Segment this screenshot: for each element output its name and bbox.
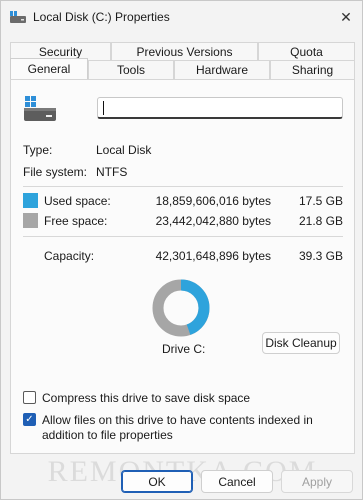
free-space-label: Free space: xyxy=(44,214,108,228)
file-system-label: File system: xyxy=(23,165,88,179)
used-space-bytes: 18,859,606,016 bytes xyxy=(155,194,271,208)
tab-quota[interactable]: Quota xyxy=(258,42,355,61)
tab-general[interactable]: General xyxy=(10,58,88,79)
free-space-swatch xyxy=(23,213,38,228)
drive-name-input[interactable] xyxy=(97,97,343,119)
button-label: Apply xyxy=(301,474,333,489)
general-panel: Type: Local Disk File system: NTFS Used … xyxy=(10,79,355,454)
index-checkbox[interactable]: ✓ xyxy=(23,413,36,426)
text-cursor xyxy=(103,101,104,115)
index-label: Allow files on this drive to have conten… xyxy=(42,413,313,442)
used-space-label: Used space: xyxy=(44,194,111,208)
apply-button[interactable]: Apply xyxy=(281,470,353,493)
capacity-size: 39.3 GB xyxy=(298,249,343,263)
used-space-swatch xyxy=(23,193,38,208)
tab-row-front: General Tools Hardware Sharing xyxy=(10,58,355,79)
tab-label: Hardware xyxy=(195,63,249,77)
file-system-value: NTFS xyxy=(96,165,128,179)
tab-label: Security xyxy=(38,45,83,59)
tab-label: Sharing xyxy=(291,63,334,77)
close-icon: ✕ xyxy=(340,8,352,25)
tab-label: Quota xyxy=(290,45,323,59)
separator xyxy=(23,186,343,187)
usage-donut-chart xyxy=(152,279,210,337)
used-space-size: 17.5 GB xyxy=(298,194,343,208)
tab-label: Tools xyxy=(116,63,145,77)
button-label: Cancel xyxy=(218,474,256,489)
free-space-size: 21.8 GB xyxy=(298,214,343,228)
cancel-button[interactable]: Cancel xyxy=(201,470,273,493)
properties-window: Local Disk (C:) Properties ✕ Security Pr… xyxy=(0,0,363,500)
ok-button[interactable]: OK xyxy=(121,470,193,493)
button-label: Disk Cleanup xyxy=(265,336,337,350)
compress-checkbox[interactable] xyxy=(23,391,36,404)
tab-previous-versions[interactable]: Previous Versions xyxy=(111,42,258,61)
drive-icon xyxy=(24,96,56,121)
title-bar: Local Disk (C:) Properties ✕ xyxy=(1,1,362,33)
tab-label: General xyxy=(27,62,71,76)
drive-icon xyxy=(10,11,26,23)
capacity-bytes: 42,301,648,896 bytes xyxy=(155,249,271,263)
button-label: OK xyxy=(148,474,166,489)
separator xyxy=(23,236,343,237)
window-title: Local Disk (C:) Properties xyxy=(33,10,170,24)
tab-tools[interactable]: Tools xyxy=(88,60,174,79)
tab-hardware[interactable]: Hardware xyxy=(174,60,270,79)
capacity-label: Capacity: xyxy=(44,249,95,263)
tab-label: Previous Versions xyxy=(136,45,233,59)
close-button[interactable]: ✕ xyxy=(336,7,356,27)
free-space-bytes: 23,442,042,880 bytes xyxy=(155,214,271,228)
type-label: Type: xyxy=(23,143,53,157)
disk-cleanup-button[interactable]: Disk Cleanup xyxy=(262,332,340,354)
tab-sharing[interactable]: Sharing xyxy=(270,60,355,79)
type-value: Local Disk xyxy=(96,143,152,157)
drive-label: Drive C: xyxy=(162,342,206,356)
compress-label: Compress this drive to save disk space xyxy=(42,391,251,405)
